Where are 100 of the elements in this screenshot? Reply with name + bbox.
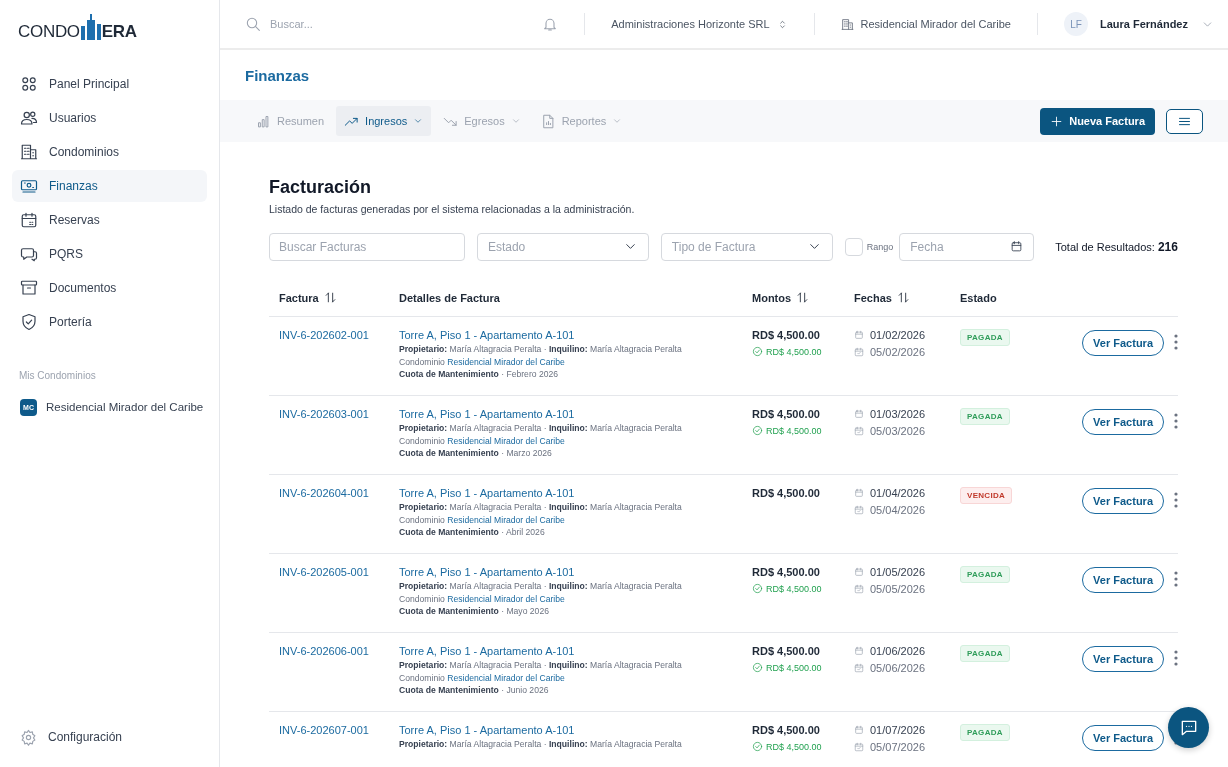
view-invoice-button[interactable]: Ver Factura [1082,725,1164,751]
logo-text: ERA [101,23,137,40]
tab[interactable]: Ingresos [336,106,432,136]
chevron-down-icon [612,116,623,126]
column-header[interactable]: Fechas [854,291,910,304]
view-invoice-button[interactable]: Ver Factura [1082,409,1164,435]
settings-item[interactable]: Configuración [12,721,207,753]
user-menu[interactable]: LF Laura Fernández [1063,12,1214,36]
more-options-icon[interactable] [1174,334,1178,350]
sidebar-item[interactable]: PQRS [12,238,207,270]
fee-concept-text: Cuota de Mantenimiento · Mayo 2026 [399,605,550,618]
calendar-icon [854,567,864,577]
sort-arrows-icon [796,291,810,304]
view-invoice-button[interactable]: Ver Factura [1082,567,1164,593]
status-badge: PAGADA [960,329,1010,346]
plus-icon [1050,114,1064,128]
sidebar-item[interactable]: Reservas [12,204,207,236]
amount-text: RD$ 4,500.00 [752,329,821,341]
total-results: Total de Resultados: 216 [1055,239,1178,254]
unit-link[interactable]: Torre A, Piso 1 - Apartamento A-101 [399,487,752,499]
chat-button[interactable] [1168,707,1209,748]
calendar-icon [854,488,864,498]
check-circle-icon [752,425,763,436]
column-header: Detalles de Factura [399,291,500,304]
search-field[interactable]: Buscar... [270,18,430,30]
issue-date: 01/04/2026 [870,487,926,499]
due-date: 05/05/2026 [870,583,926,595]
owner-tenant-text: Propietario: María Altagracia Peralta · Inquilino: María Altagracia Peralta [399,501,683,514]
sidebar-item[interactable]: Panel Principal [12,68,207,100]
organization-selector[interactable]: Administraciones Horizonte SRL [611,18,788,30]
more-options-icon[interactable] [1174,650,1178,666]
search-icon [245,16,261,32]
calendar-icon [854,646,864,656]
invoice-number-link[interactable]: INV-6-202604-001 [279,487,369,499]
range-label: Rango [866,241,894,252]
unit-link[interactable]: Torre A, Piso 1 - Apartamento A-101 [399,566,752,578]
condominium-link[interactable]: Residencial Mirador del Caribe [447,672,565,683]
calendar-check-icon [854,584,864,594]
condominium-link[interactable]: Residencial Mirador del Caribe [447,514,565,525]
calendar-icon [1010,240,1024,253]
column-header[interactable]: Factura [279,291,337,304]
paid-amount: RD$ 4,500.00 [766,346,822,357]
more-options-icon[interactable] [1174,413,1178,429]
view-invoice-button[interactable]: Ver Factura [1082,646,1164,672]
more-options-icon[interactable] [1174,571,1178,587]
issue-date: 01/02/2026 [870,329,926,341]
condominium-link[interactable]: Residencial Mirador del Caribe [447,593,565,604]
search-invoices-field[interactable]: Buscar Facturas [269,232,465,261]
range-checkbox[interactable] [844,237,863,256]
calendar-check-icon [854,505,864,515]
invoice-number-link[interactable]: INV-6-202607-001 [279,724,369,736]
sidebar-item[interactable]: Condominios [12,136,207,168]
view-invoice-button[interactable]: Ver Factura [1082,488,1164,514]
sidebar-item[interactable]: Finanzas [12,170,207,202]
status-badge: PAGADA [960,645,1010,662]
issue-date: 01/05/2026 [870,566,926,578]
new-invoice-button[interactable]: Nueva Factura [1040,107,1155,135]
more-options-icon[interactable] [1174,492,1178,508]
owner-tenant-text: Propietario: María Altagracia Peralta · Inquilino: María Altagracia Peralta [399,659,683,672]
sidebar-item[interactable]: Portería [12,306,207,338]
owner-tenant-text: Propietario: María Altagracia Peralta · Inquilino: María Altagracia Peralta [399,343,683,356]
chat-bubbles-icon [20,245,38,263]
fee-concept-text: Cuota de Mantenimiento · Marzo 2026 [399,447,553,460]
issue-date: 01/07/2026 [870,724,926,736]
amount-text: RD$ 4,500.00 [752,566,821,578]
banknote-icon [20,177,38,195]
unit-link[interactable]: Torre A, Piso 1 - Apartamento A-101 [399,408,752,420]
bar-chart-icon [256,113,271,129]
invoice-number-link[interactable]: INV-6-202603-001 [279,408,369,420]
amount-text: RD$ 4,500.00 [752,487,821,499]
unit-link[interactable]: Torre A, Piso 1 - Apartamento A-101 [399,329,752,341]
issue-date: 01/03/2026 [870,408,926,420]
condominium-link[interactable]: Residencial Mirador del Caribe [447,435,565,446]
calendar-icon [854,330,864,340]
page-title: Finanzas [245,66,310,84]
amount-text: RD$ 4,500.00 [752,408,821,420]
view-invoice-button[interactable]: Ver Factura [1082,330,1164,356]
invoice-number-link[interactable]: INV-6-202605-001 [279,566,369,578]
invoice-number-link[interactable]: INV-6-202606-001 [279,645,369,657]
due-date: 05/02/2026 [870,346,926,358]
paid-amount: RD$ 4,500.00 [766,662,822,673]
sidebar-item[interactable]: Usuarios [12,102,207,134]
condominium-link[interactable]: Residencial Mirador del Caribe [447,356,565,367]
invoice-number-link[interactable]: INV-6-202602-001 [279,329,369,341]
unit-link[interactable]: Torre A, Piso 1 - Apartamento A-101 [399,724,752,736]
shield-check-icon [20,313,38,331]
menu-button[interactable] [1166,108,1203,134]
chevron-down-icon [510,116,521,126]
section-label: Mis Condominios [19,370,97,381]
sidebar-item[interactable]: Documentos [12,272,207,304]
due-date: 05/03/2026 [870,425,926,437]
paid-amount: RD$ 4,500.00 [766,425,822,436]
notification-bell-icon [542,16,559,32]
status-badge: PAGADA [960,724,1010,741]
status-badge: PAGADA [960,408,1010,425]
calendar-icon [854,725,864,735]
status-badge: PAGADA [960,566,1010,583]
calendar-icon [854,409,864,419]
unit-link[interactable]: Torre A, Piso 1 - Apartamento A-101 [399,645,752,657]
column-header[interactable]: Montos [752,291,810,304]
